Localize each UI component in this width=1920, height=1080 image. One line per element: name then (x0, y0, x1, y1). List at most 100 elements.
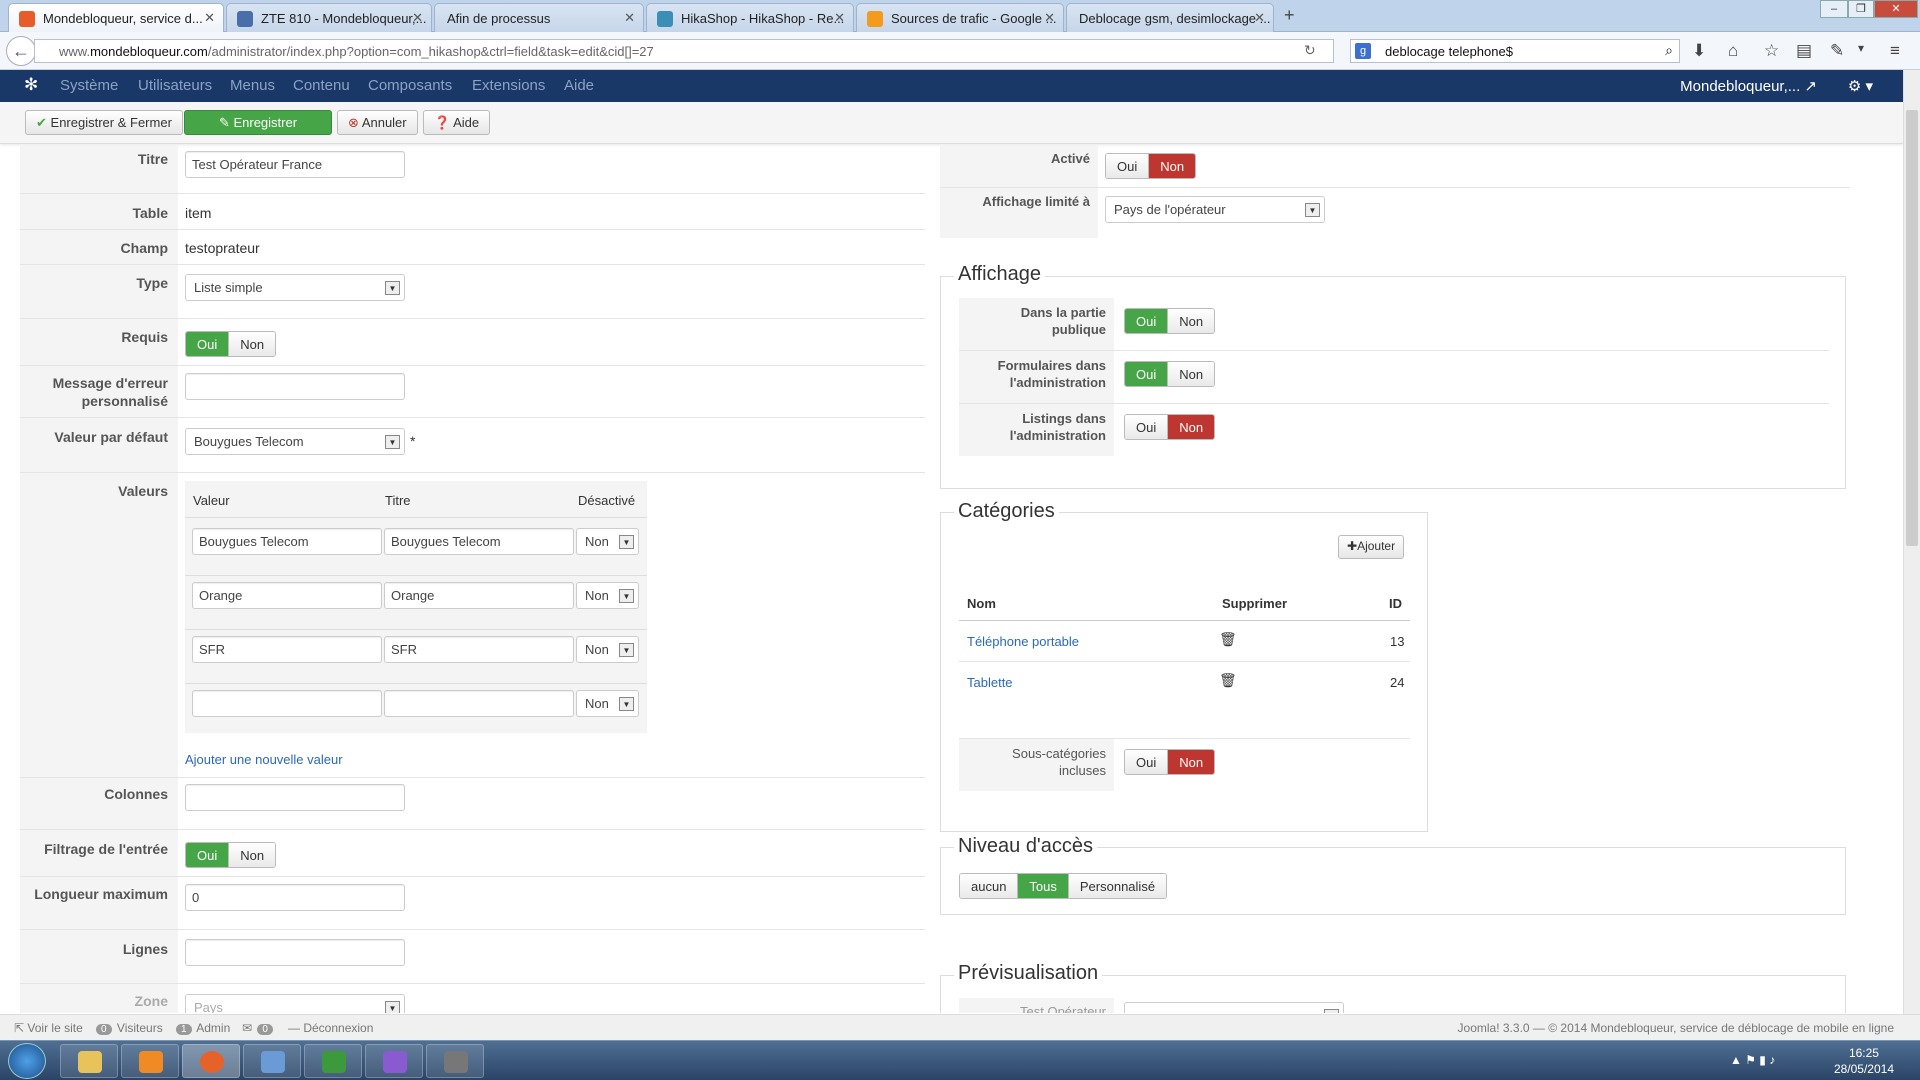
publique-oui[interactable]: Oui (1125, 309, 1168, 333)
message-erreur-input[interactable] (185, 373, 405, 400)
download-icon[interactable]: ⬇ (1692, 41, 1706, 61)
niveau-personnalise[interactable]: Personnalisé (1067, 874, 1167, 898)
add-category-button[interactable]: ✚Ajouter (1338, 535, 1405, 559)
settings-gear-icon[interactable]: ⚙ ▾ (1848, 77, 1873, 95)
menu-icon[interactable]: ≡ (1890, 41, 1900, 61)
listings-toggle[interactable]: Oui Non (1124, 414, 1216, 440)
help-button[interactable]: ❓ Aide (423, 110, 491, 135)
close-tab-icon[interactable]: ✕ (834, 10, 845, 26)
back-icon[interactable]: ← (6, 36, 36, 66)
system-clock[interactable]: 16:25 28/05/2014 (1834, 1045, 1894, 1077)
site-user-link[interactable]: Mondebloqueur,... ↗ (1680, 77, 1817, 95)
firefox-taskbar-icon[interactable] (182, 1044, 240, 1078)
menu-extensions[interactable]: Extensions (472, 77, 545, 94)
listings-oui[interactable]: Oui (1125, 415, 1168, 439)
valeur-input[interactable]: Bouygues Telecom (192, 528, 382, 555)
active-oui[interactable]: Oui (1106, 154, 1149, 178)
desactive-select[interactable]: Non ▼ (576, 636, 639, 663)
menu-contenu[interactable]: Contenu (293, 77, 350, 94)
type-select[interactable]: Liste simple ▼ (185, 274, 405, 301)
titre-input[interactable]: SFR (384, 636, 574, 663)
close-tab-icon[interactable]: ✕ (1254, 10, 1265, 26)
tray-icons[interactable]: ▲ ⚑ ▮ ♪ (1730, 1053, 1775, 1067)
save-close-button[interactable]: ✔ Enregistrer & Fermer (25, 110, 183, 135)
media-player-taskbar-icon[interactable] (121, 1044, 179, 1078)
browser-tab-processus[interactable]: Afin de processus ✕ (434, 3, 644, 32)
reload-icon[interactable]: ↻ (1304, 42, 1316, 59)
requis-oui[interactable]: Oui (186, 332, 229, 356)
requis-non[interactable]: Non (228, 332, 276, 356)
souscat-toggle[interactable]: Oui Non (1124, 749, 1216, 775)
lignes-input[interactable] (185, 939, 405, 966)
filtrage-toggle[interactable]: Oui Non (185, 842, 277, 868)
browser-tab-analytics[interactable]: Sources de trafic - Google ... ✕ (856, 3, 1064, 32)
valeur-input[interactable]: Orange (192, 582, 382, 609)
listings-non[interactable]: Non (1167, 415, 1215, 439)
titre-input[interactable] (384, 690, 574, 717)
browser-tab-deblocage[interactable]: Deblocage gsm, desimlockage ... ✕ (1066, 3, 1274, 32)
zone-select[interactable]: Pays ▼ (185, 994, 405, 1013)
menu-menus[interactable]: Menus (230, 77, 275, 94)
formulaires-non[interactable]: Non (1167, 362, 1215, 386)
category-link[interactable]: Tablette (967, 675, 1013, 690)
niveau-aucun[interactable]: aucun (960, 874, 1018, 898)
bookmarks-list-icon[interactable]: ▤ (1796, 41, 1812, 61)
menu-systeme[interactable]: Système (60, 77, 118, 94)
browser-tab-zte[interactable]: ZTE 810 - Mondebloqueur,... ✕ (226, 3, 432, 32)
niveau-toggle[interactable]: aucun Tous Personnalisé (959, 873, 1168, 899)
addon-icon[interactable]: ✎ (1830, 41, 1844, 61)
new-tab-icon[interactable]: + (1284, 5, 1295, 26)
save-button[interactable]: ✎ Enregistrer (184, 110, 332, 135)
files-taskbar-icon[interactable] (243, 1044, 301, 1078)
titre-input[interactable]: Bouygues Telecom (384, 528, 574, 555)
page-scrollbar[interactable] (1903, 70, 1920, 1014)
preview-select[interactable]: ▼ (1124, 1002, 1344, 1013)
formulaires-oui[interactable]: Oui (1125, 362, 1168, 386)
close-tab-icon[interactable]: ✕ (412, 10, 423, 26)
close-tab-icon[interactable]: ✕ (1044, 10, 1055, 26)
gimp-taskbar-icon[interactable] (426, 1044, 484, 1078)
joomla-logo-icon[interactable]: ✻ (24, 75, 38, 95)
browser-tab-mondebloqueur[interactable]: Mondebloqueur, service d... ✕ (8, 3, 224, 32)
titre-input[interactable]: Orange (384, 582, 574, 609)
category-link[interactable]: Téléphone portable (967, 634, 1079, 649)
valeur-input[interactable]: SFR (192, 636, 382, 663)
close-window-icon[interactable]: ✕ (1874, 0, 1918, 18)
close-tab-icon[interactable]: ✕ (624, 10, 635, 26)
valeur-input[interactable] (192, 690, 382, 717)
desactive-select[interactable]: Non ▼ (576, 582, 639, 609)
titre-input[interactable]: Test Opérateur France (185, 151, 405, 178)
explorer-taskbar-icon[interactable] (60, 1044, 118, 1078)
menu-composants[interactable]: Composants (368, 77, 452, 94)
menu-utilisateurs[interactable]: Utilisateurs (138, 77, 212, 94)
messages-status[interactable]: ✉ 0 (242, 1021, 275, 1035)
browser-tab-hikashop[interactable]: HikaShop - HikaShop - Re... ✕ (646, 3, 854, 32)
publique-toggle[interactable]: Oui Non (1124, 308, 1216, 334)
logout-link[interactable]: — Déconnexion (288, 1021, 373, 1035)
app-taskbar-icon[interactable] (365, 1044, 423, 1078)
publique-non[interactable]: Non (1167, 309, 1215, 333)
requis-toggle[interactable]: Oui Non (185, 331, 277, 357)
close-tab-icon[interactable]: ✕ (204, 10, 215, 26)
menu-aide[interactable]: Aide (564, 77, 594, 94)
desactive-select[interactable]: Non ▼ (576, 690, 639, 717)
souscat-non[interactable]: Non (1167, 750, 1215, 774)
home-icon[interactable]: ⌂ (1728, 41, 1738, 61)
colonnes-input[interactable] (185, 784, 405, 811)
chevron-down-icon[interactable]: ▾ (1858, 41, 1864, 55)
search-icon[interactable]: ⌕ (1665, 42, 1673, 59)
search-bar[interactable]: g deblocage telephone$ ⌕ (1350, 39, 1680, 63)
scrollbar-thumb[interactable] (1906, 110, 1918, 546)
view-site-link[interactable]: ⇱ Voir le site (14, 1021, 83, 1035)
cancel-button[interactable]: ⊗ Annuler (337, 110, 418, 135)
defaut-select[interactable]: Bouygues Telecom ▼ (185, 428, 405, 455)
active-toggle[interactable]: Oui Non (1105, 153, 1197, 179)
filtrage-non[interactable]: Non (228, 843, 276, 867)
trash-icon[interactable]: 🗑 (1219, 672, 1237, 689)
bookmark-star-icon[interactable]: ☆ (1764, 41, 1779, 61)
affichage-limite-select[interactable]: Pays de l'opérateur ▼ (1105, 196, 1325, 223)
restore-icon[interactable]: ❐ (1848, 0, 1874, 18)
trash-icon[interactable]: 🗑 (1219, 631, 1237, 648)
souscat-oui[interactable]: Oui (1125, 750, 1168, 774)
search-engine-icon[interactable]: g (1355, 43, 1371, 59)
